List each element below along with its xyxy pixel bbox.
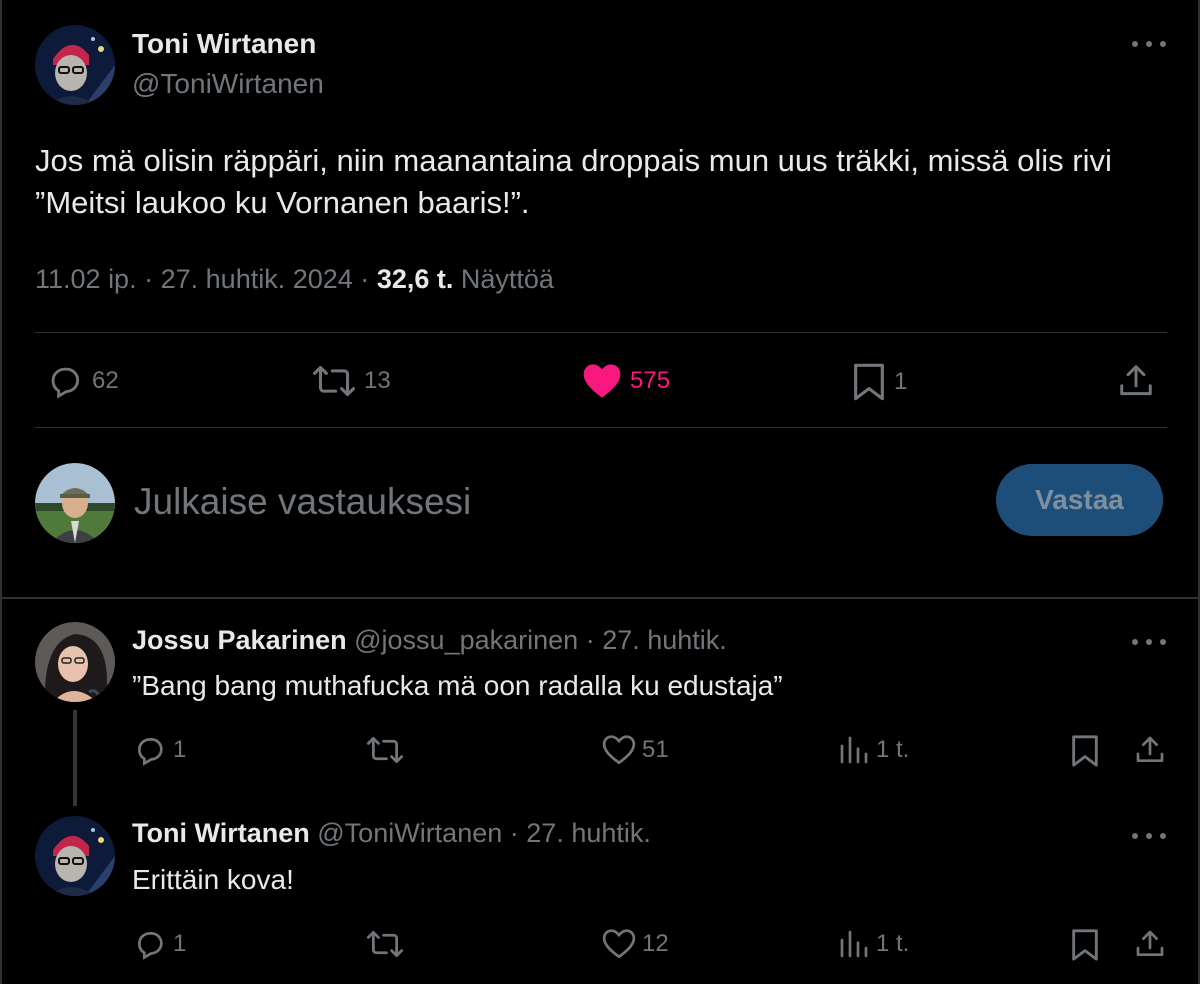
reply-icon [51, 367, 80, 399]
reply-count: 1 [173, 736, 187, 763]
reply-text: ”Bang bang muthafucka mä oon radalla ku … [132, 670, 783, 701]
bookmark-button[interactable] [1070, 734, 1100, 768]
reply-icon [138, 932, 163, 960]
reply-text: Erittäin kova! [132, 864, 294, 895]
views-label: Näyttöä [460, 264, 554, 294]
bookmark-icon [1072, 929, 1098, 961]
author-name[interactable]: Toni Wirtanen [132, 28, 316, 60]
bookmark-button[interactable]: 1 [852, 362, 907, 402]
views-count: 1 t. [876, 736, 910, 763]
reply-submit-button[interactable]: Vastaa [996, 464, 1163, 536]
tweet-meta: 11.02 ip. · 27. huhtik. 2024 · 32,6 t. N… [35, 264, 554, 295]
heart-icon [602, 735, 636, 765]
reply-header: Jossu Pakarinen @jossu_pakarinen · 27. h… [132, 625, 727, 656]
meta-separator: · [144, 264, 154, 294]
views-button[interactable]: 1 t. [838, 734, 909, 766]
reply-date[interactable]: 27. huhtik. [526, 818, 651, 848]
retweet-count: 13 [364, 367, 391, 394]
retweet-icon [366, 930, 404, 958]
more-icon[interactable] [1132, 826, 1166, 846]
reply-icon [138, 738, 163, 766]
reply-button[interactable]: 1 [133, 733, 186, 767]
section-divider [0, 597, 1200, 599]
meta-separator: · [585, 625, 595, 655]
divider [35, 427, 1167, 428]
views-button[interactable]: 1 t. [838, 928, 909, 960]
reply-input[interactable] [134, 474, 964, 530]
more-icon[interactable] [1132, 34, 1166, 54]
share-icon [1120, 365, 1152, 396]
retweet-icon [366, 736, 404, 764]
like-count: 12 [642, 930, 669, 957]
share-icon [1136, 930, 1164, 956]
divider [35, 332, 1167, 333]
reply-avatar[interactable] [35, 622, 115, 702]
current-user-avatar[interactable] [35, 463, 115, 543]
author-handle[interactable]: @ToniWirtanen [132, 68, 324, 100]
reply-avatar[interactable] [35, 816, 115, 896]
bookmark-icon [1072, 735, 1098, 767]
like-button[interactable]: 12 [602, 928, 669, 960]
reply-author-handle[interactable]: @jossu_pakarinen [354, 625, 578, 655]
views-count: 32,6 t. [376, 264, 454, 294]
heart-icon [583, 364, 621, 398]
like-button[interactable]: 575 [582, 362, 670, 400]
retweet-icon [313, 365, 355, 397]
author-avatar[interactable] [35, 25, 115, 105]
share-button[interactable] [1117, 362, 1155, 400]
retweet-button[interactable]: 13 [312, 362, 391, 400]
reply-count: 62 [92, 367, 119, 394]
like-button[interactable]: 51 [602, 734, 669, 766]
more-icon[interactable] [1132, 632, 1166, 652]
reply-author-name[interactable]: Jossu Pakarinen [132, 625, 347, 655]
meta-separator: · [509, 818, 519, 848]
share-icon [1136, 736, 1164, 762]
retweet-button[interactable] [366, 928, 410, 960]
reply-button[interactable]: 62 [46, 362, 119, 400]
retweet-button[interactable] [366, 734, 410, 766]
reply-button[interactable]: 1 [133, 927, 186, 961]
bookmark-icon [854, 363, 884, 401]
views-icon [840, 930, 868, 958]
bookmark-count: 1 [894, 368, 908, 395]
bookmark-button[interactable] [1070, 928, 1100, 962]
meta-separator: · [360, 264, 370, 294]
reply-author-handle[interactable]: @ToniWirtanen [317, 818, 502, 848]
like-count: 51 [642, 736, 669, 763]
tweet-text: Jos mä olisin räppäri, niin maanantaina … [35, 143, 1112, 220]
like-count: 575 [630, 367, 671, 394]
reply-date[interactable]: 27. huhtik. [602, 625, 727, 655]
tweet-time[interactable]: 11.02 ip. [35, 264, 137, 294]
thread-line [73, 710, 77, 806]
reply-count: 1 [173, 930, 187, 957]
heart-icon [602, 929, 636, 959]
share-button[interactable] [1134, 928, 1166, 960]
reply-author-name[interactable]: Toni Wirtanen [132, 818, 310, 848]
tweet-date[interactable]: 27. huhtik. 2024 [161, 264, 353, 294]
reply-header: Toni Wirtanen @ToniWirtanen · 27. huhtik… [132, 818, 651, 849]
views-count: 1 t. [876, 930, 910, 957]
share-button[interactable] [1134, 734, 1166, 766]
views-icon [840, 736, 868, 764]
